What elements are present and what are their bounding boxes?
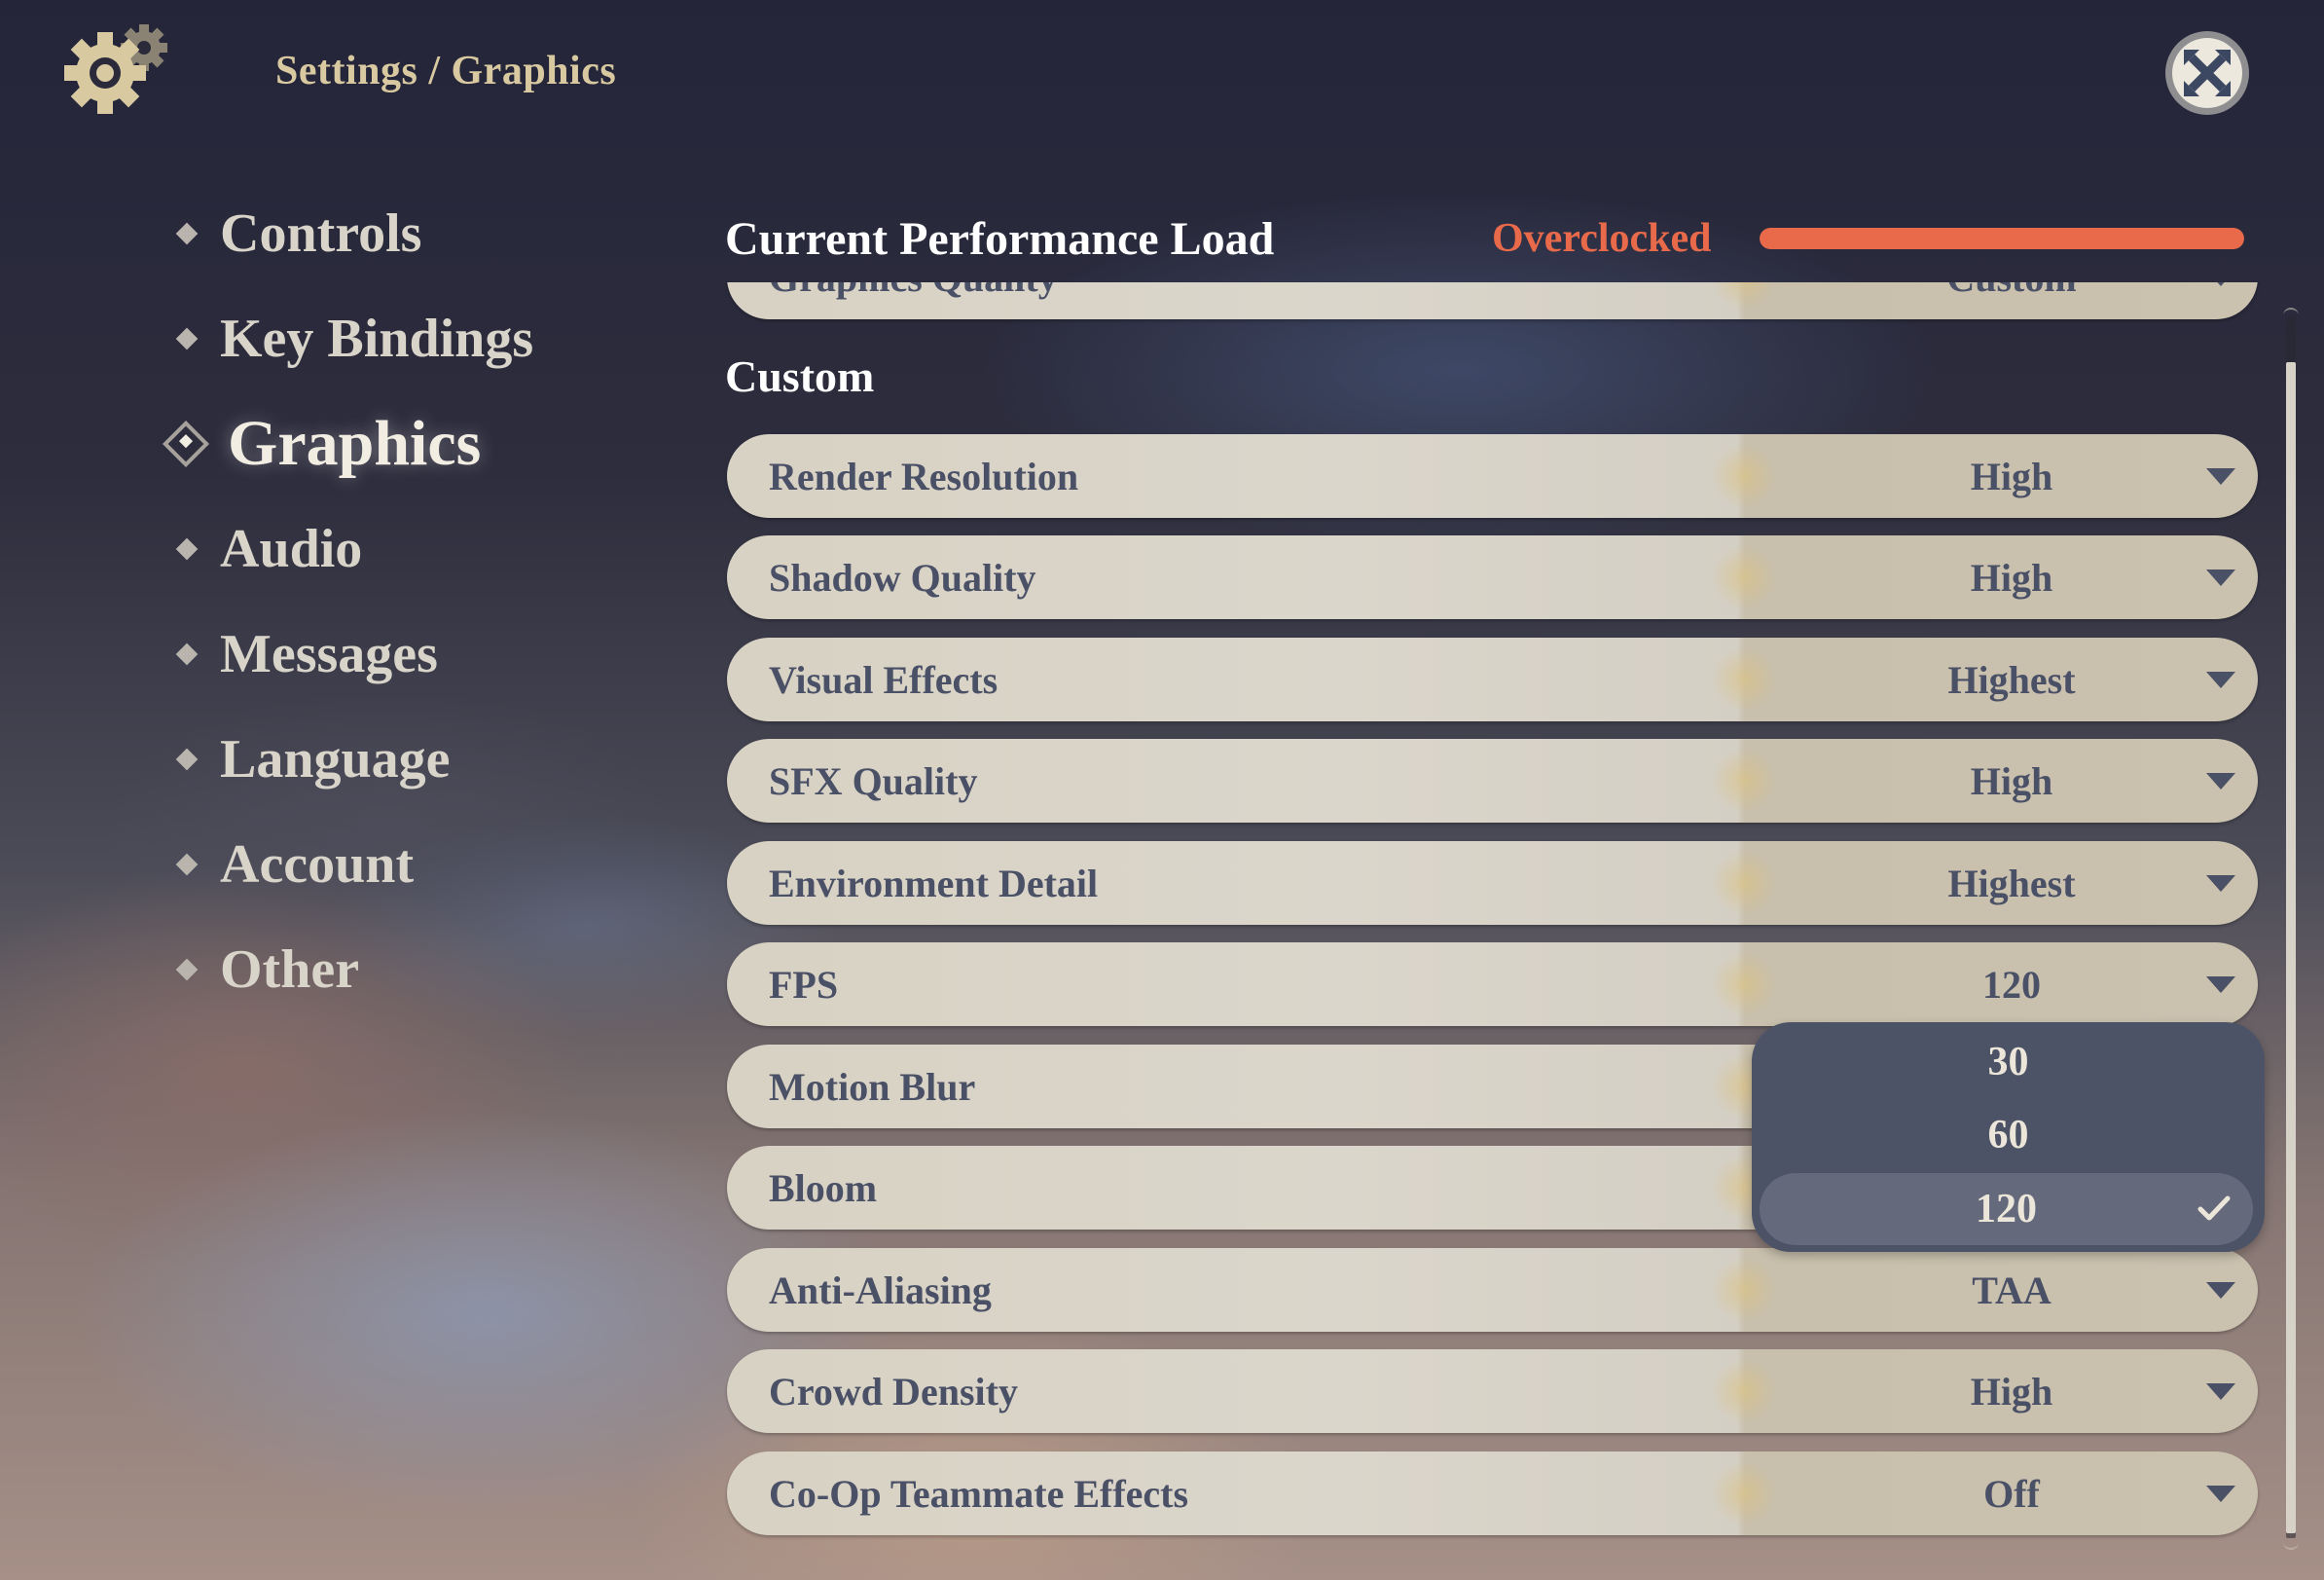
sidebar-item-label: Messages [220, 624, 438, 684]
setting-value: High [1970, 758, 2053, 803]
sidebar-item-other[interactable]: Other [173, 931, 359, 1009]
sidebar-item-label: Other [220, 939, 360, 1000]
fps-dropdown-menu: 30 60 120 [1752, 1022, 2265, 1252]
chevron-down-icon [2206, 671, 2235, 688]
sparkle-decoration [1710, 434, 1778, 518]
fps-option-120[interactable]: 120 [1760, 1173, 2253, 1245]
sidebar-item-label: Account [220, 834, 415, 895]
setting-label: Visual Effects [769, 657, 999, 702]
diamond-bullet-icon [175, 853, 199, 876]
chevron-down-icon [2206, 569, 2235, 586]
close-button[interactable] [2165, 31, 2249, 115]
setting-label: SFX Quality [769, 758, 978, 803]
sidebar-item-audio[interactable]: Audio [173, 510, 362, 588]
performance-bar [1760, 228, 2244, 249]
setting-row-shadow-quality[interactable]: Shadow Quality High [727, 535, 2258, 619]
sparkle-decoration [1710, 739, 1778, 823]
chevron-down-icon [2206, 772, 2235, 790]
gear-icon [58, 22, 170, 120]
setting-label: Motion Blur [769, 1064, 976, 1109]
setting-row-graphics-quality[interactable]: Graphics Quality Custom [727, 282, 2258, 319]
chevron-down-icon [2206, 1281, 2235, 1299]
chevron-down-icon [2206, 1382, 2235, 1400]
chevron-down-icon [2206, 975, 2235, 993]
sidebar-item-label: Controls [220, 203, 422, 264]
setting-label: FPS [769, 962, 839, 1007]
performance-load: Current Performance Load Overclocked [725, 204, 2244, 273]
option-label: 30 [1987, 1040, 2029, 1084]
sidebar-item-label: Language [220, 729, 451, 790]
diamond-bullet-icon [175, 222, 199, 245]
fps-option-60[interactable]: 60 [1752, 1099, 2265, 1171]
sidebar-item-label: Key Bindings [220, 309, 534, 369]
setting-label: Render Resolution [769, 454, 1079, 498]
sparkle-decoration [1710, 282, 1778, 319]
setting-label: Anti-Aliasing [769, 1268, 992, 1312]
sparkle-decoration [1710, 942, 1778, 1026]
close-icon [2184, 50, 2231, 96]
sparkle-decoration [1710, 1451, 1778, 1535]
setting-row-sfx-quality[interactable]: SFX Quality High [727, 739, 2258, 823]
setting-value: Highest [1947, 657, 2076, 702]
setting-row-anti-aliasing[interactable]: Anti-Aliasing TAA [727, 1248, 2258, 1332]
chevron-down-icon [2206, 282, 2235, 286]
sidebar-item-label: Graphics [228, 408, 482, 479]
option-label: 120 [1976, 1187, 2037, 1231]
sparkle-decoration [1710, 535, 1778, 619]
setting-value: Off [1983, 1471, 2040, 1516]
header: Settings / Graphics [58, 24, 617, 115]
setting-value: High [1970, 555, 2053, 600]
setting-row-visual-effects[interactable]: Visual Effects Highest [727, 638, 2258, 721]
performance-title: Current Performance Load [725, 212, 1275, 265]
setting-value: Highest [1947, 861, 2076, 905]
scroll-down-arrow-icon[interactable] [2283, 1542, 2299, 1550]
settings-list: Graphics Quality Custom Custom Render Re… [720, 282, 2277, 1580]
sidebar-item-language[interactable]: Language [173, 720, 451, 798]
fps-option-30[interactable]: 30 [1752, 1026, 2265, 1098]
sidebar-item-graphics[interactable]: Graphics [162, 405, 482, 483]
sidebar-item-account[interactable]: Account [173, 826, 414, 903]
diamond-bullet-icon [175, 643, 199, 666]
setting-row-render-resolution[interactable]: Render Resolution High [727, 434, 2258, 518]
sparkle-decoration [1710, 1248, 1778, 1332]
breadcrumb: Settings / Graphics [275, 49, 617, 93]
sparkle-decoration [1710, 841, 1778, 925]
chevron-down-icon [2206, 874, 2235, 892]
option-label: 60 [1987, 1113, 2029, 1157]
setting-value: High [1970, 1369, 2053, 1414]
performance-status: Overclocked [1492, 216, 1712, 261]
diamond-bullet-icon [175, 748, 199, 771]
diamond-bullet-icon [175, 958, 199, 981]
setting-row-environment-detail[interactable]: Environment Detail Highest [727, 841, 2258, 925]
section-title-custom: Custom [725, 351, 875, 401]
setting-label: Crowd Density [769, 1369, 1018, 1414]
setting-label: Shadow Quality [769, 555, 1036, 600]
checkmark-icon [2197, 1195, 2231, 1221]
setting-value: High [1970, 454, 2053, 498]
setting-value: TAA [1972, 1268, 2052, 1312]
setting-row-fps[interactable]: FPS 120 [727, 942, 2258, 1026]
performance-bar-fill [1760, 228, 2244, 249]
setting-label: Environment Detail [769, 861, 1099, 905]
diamond-bullet-icon [175, 537, 199, 561]
diamond-bullet-icon [175, 327, 199, 350]
setting-label: Co-Op Teammate Effects [769, 1471, 1189, 1516]
sidebar-item-controls[interactable]: Controls [173, 195, 421, 273]
sidebar-item-messages[interactable]: Messages [173, 615, 438, 693]
setting-value: 120 [1982, 962, 2041, 1007]
scroll-up-arrow-icon[interactable] [2283, 308, 2299, 315]
diamond-selected-icon [162, 420, 210, 468]
chevron-down-icon [2206, 1485, 2235, 1502]
setting-label: Bloom [769, 1165, 878, 1210]
sidebar-item-key-bindings[interactable]: Key Bindings [173, 300, 533, 378]
setting-row-crowd-density[interactable]: Crowd Density High [727, 1349, 2258, 1433]
setting-row-coop-teammate-effects[interactable]: Co-Op Teammate Effects Off [727, 1451, 2258, 1535]
setting-label: Graphics Quality [769, 282, 1058, 301]
sidebar-item-label: Audio [220, 519, 363, 579]
sparkle-decoration [1710, 1349, 1778, 1433]
sparkle-decoration [1710, 638, 1778, 721]
setting-value: Custom [1924, 282, 2099, 301]
scrollbar-thumb[interactable] [2286, 362, 2296, 1533]
chevron-down-icon [2206, 467, 2235, 485]
